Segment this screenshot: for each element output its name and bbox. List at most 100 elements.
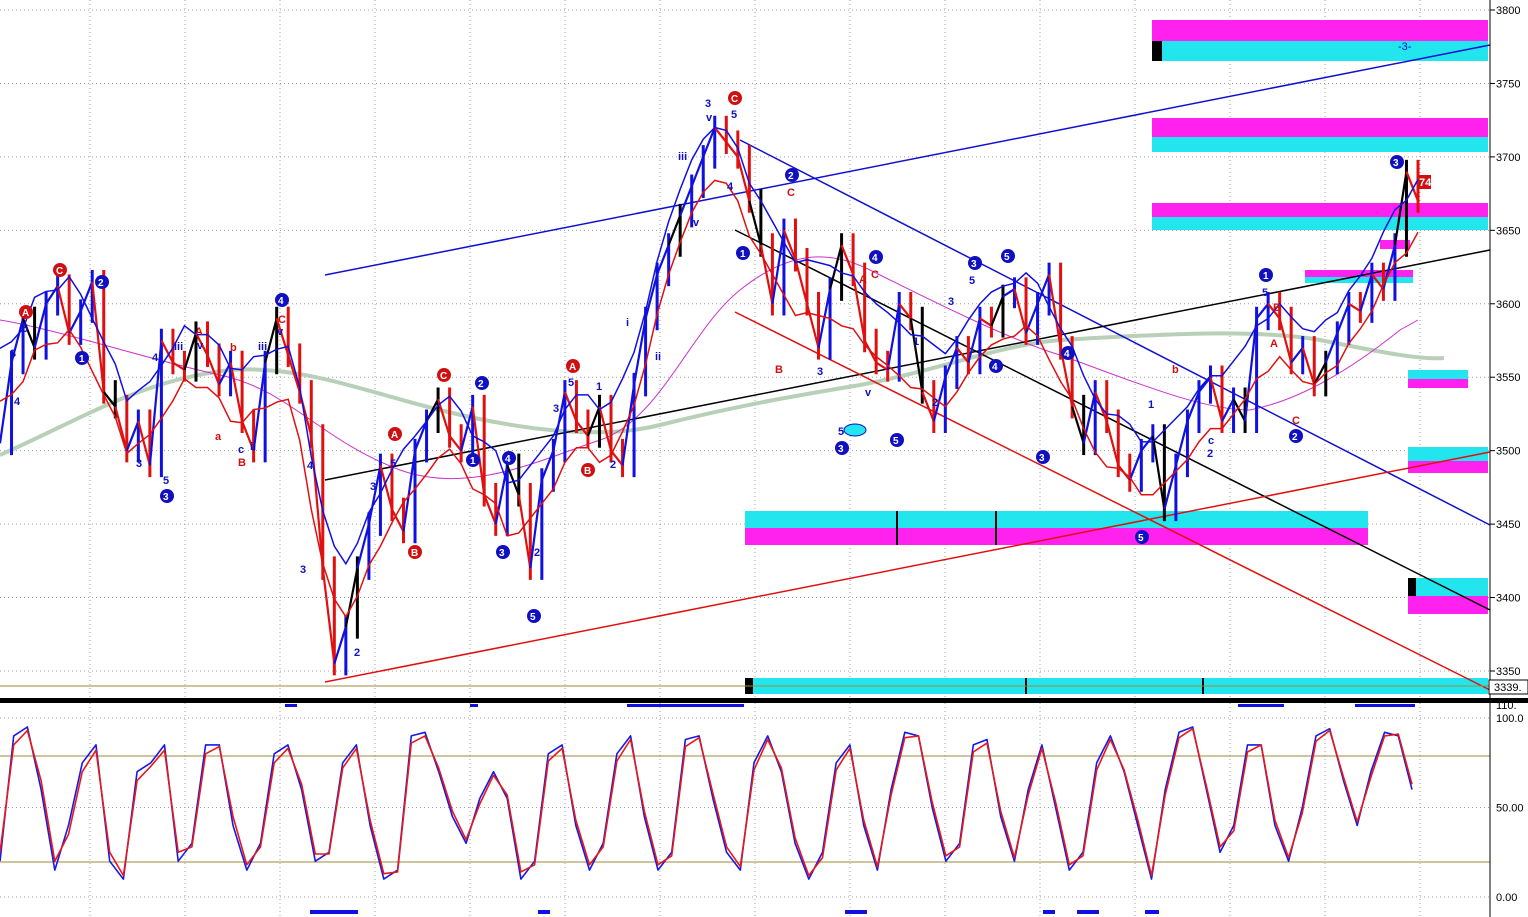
wave-label: 4 [14, 396, 21, 408]
zone-magenta [1152, 20, 1488, 41]
wave-label: 2 [1207, 448, 1213, 460]
wave-label: 2 [1292, 432, 1298, 443]
wave-label: 1 [470, 456, 476, 467]
wave-label: iii [678, 151, 687, 163]
chart-canvas: -3- C 2 A 1 3 4 A B C 2 1 4 3 5 A B C 1 … [0, 0, 1528, 917]
wave-label: B [1273, 302, 1281, 314]
wave-label: 4 [505, 454, 511, 465]
signal-bar [627, 704, 744, 707]
wave-label: 5 [1004, 252, 1010, 263]
price-tick-label: 3400 [1496, 593, 1520, 605]
wave-label: 5 [1138, 533, 1144, 544]
price-tick-label: 3800 [1496, 5, 1520, 17]
price-tick-label: 3600 [1496, 299, 1520, 311]
wave-label: 3 [163, 492, 169, 503]
price-panel: -3- C 2 A 1 3 4 A B C 2 1 4 3 5 A B C 1 … [0, 0, 1528, 700]
wave-label: A [195, 326, 203, 338]
zone-magenta [1152, 203, 1488, 217]
wave-label: b [230, 342, 237, 354]
wave-label: 2 [610, 459, 616, 471]
wave-label: A [22, 308, 29, 319]
wave-label: 3 [553, 403, 559, 415]
stochastic-axis-ticks: 100.0 50.00 0.00 [1496, 713, 1524, 904]
price-tick-label: 3650 [1496, 225, 1520, 237]
price-tick-label: 3700 [1496, 152, 1520, 164]
wave-label: v [197, 340, 204, 352]
wave-label: A [569, 362, 576, 373]
zone-magenta [745, 528, 1368, 545]
zone-divider [995, 511, 997, 545]
wave-label: C [731, 94, 738, 105]
wave-label: 3 [817, 366, 823, 378]
wave-label: 2 [98, 278, 104, 289]
wave-label: 4 [307, 460, 314, 472]
signal-bar [538, 910, 550, 914]
wave-label: 1 [740, 249, 746, 260]
wave-label: 5 [731, 109, 737, 121]
wave-label: 5 [1262, 287, 1268, 299]
wave-label: 3 [705, 98, 711, 110]
wave-label: v [706, 112, 713, 124]
signal-bar [1355, 704, 1415, 707]
zone-cyan [1152, 217, 1488, 230]
wave-label: 1 [596, 381, 602, 393]
zone-magenta [1408, 461, 1488, 473]
price-tick-label: 3750 [1496, 78, 1520, 90]
wave-label: 3 [136, 458, 142, 470]
wave-label: 3 [1393, 158, 1399, 169]
wave-label: 1 [79, 354, 85, 365]
wave-label: 3 [499, 548, 505, 559]
wave-label: B [411, 548, 418, 559]
zone-marker [1152, 41, 1162, 61]
wave-label: 5 [969, 275, 975, 287]
wave-label: 4 [727, 181, 734, 193]
zone-magenta [1408, 596, 1488, 614]
price-tick-label: 3350 [1496, 666, 1520, 678]
wave-label: 5 [390, 458, 396, 470]
signal-bar [1077, 910, 1099, 914]
wave-label: 3 [370, 481, 376, 493]
wave-label: 4 [1064, 349, 1070, 360]
wave-label: B [775, 364, 783, 376]
price-tick-label: 3500 [1496, 446, 1520, 458]
wave-label: v [865, 387, 872, 399]
zone-cyan [1152, 41, 1488, 61]
wave-label: 3 [971, 259, 977, 270]
signal-bar [1043, 910, 1055, 914]
wave-label: ii [250, 441, 256, 453]
zone-divider [896, 511, 898, 545]
zone-cyan [1408, 370, 1468, 379]
wave-label: 5 [893, 436, 899, 447]
wave-label: 3 [10, 348, 16, 360]
wave-label: 4 [278, 296, 284, 307]
signal-bar [1145, 910, 1159, 914]
wave-label: 4 [872, 253, 878, 264]
signal-bar [470, 704, 478, 707]
wave-label: 4 [992, 362, 998, 373]
wave-marker [843, 423, 867, 437]
last-price-label: 3339. [1494, 682, 1522, 694]
wave-label: 2 [354, 647, 360, 659]
zone-magenta [1152, 118, 1488, 137]
wave-label: 4 [152, 352, 159, 364]
zone-cyan [745, 511, 1368, 528]
stochastic-grid [0, 703, 1490, 917]
wave-label: iii [258, 341, 267, 353]
signal-bar [1238, 704, 1284, 707]
wave-label: 3 [948, 296, 954, 308]
wave-label: 1 [1148, 399, 1154, 411]
wave-label: c [238, 444, 244, 456]
wave-label: 5 [530, 612, 536, 623]
wave-label: 5 [163, 475, 169, 487]
wave-label: C [56, 266, 63, 277]
wave-label: 1 [1263, 271, 1269, 282]
zone-cyan [1408, 578, 1488, 596]
panel-divider [0, 698, 1528, 703]
wave-label: C [278, 314, 286, 326]
stochastic-top-label: 110. [1496, 700, 1517, 712]
wave-label: B [238, 457, 246, 469]
wave-label: iv [690, 217, 700, 229]
wave-label: 5 [838, 426, 844, 438]
stochastic-panel: 110. 100.0 50.00 0.00 [0, 700, 1524, 917]
zone-magenta [1408, 379, 1468, 388]
